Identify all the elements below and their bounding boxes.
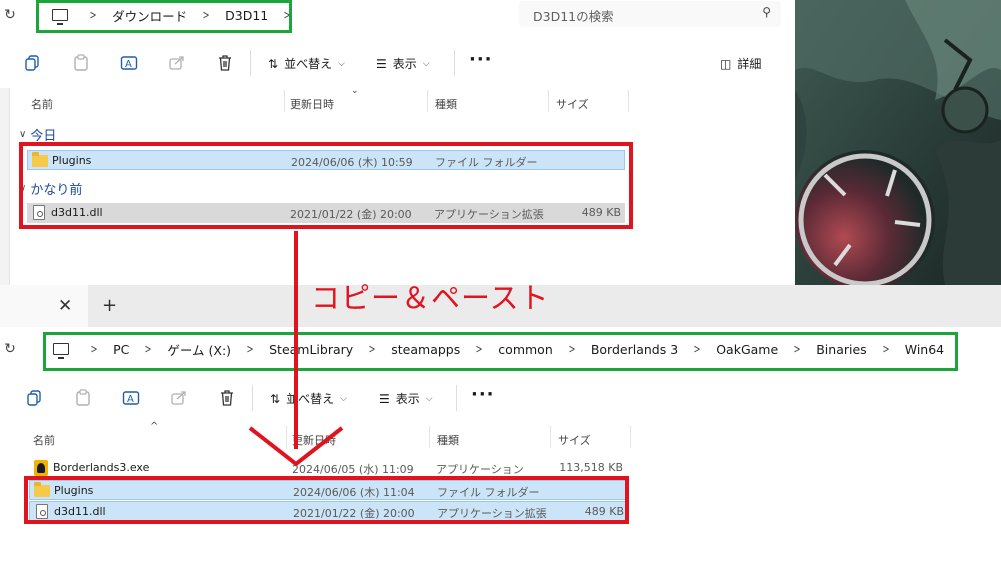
column-divider[interactable] [548,90,549,112]
annotation-arrow-head [248,426,344,467]
file-type: アプリケーション [436,463,524,476]
rename-icon[interactable]: A [118,52,140,74]
column-header-name[interactable]: 名前 [31,96,53,112]
search-placeholder[interactable]: D3D11の検索 [533,6,614,25]
view-icon: ☰ [376,56,387,71]
details-pane-icon: ◫ [720,56,732,71]
refresh-icon[interactable]: ↻ [2,7,18,23]
column-divider[interactable] [628,90,629,112]
highlight-files-red [19,142,633,229]
command-bar: A ⇅ 並べ替え ⌵ ☰ 表示 ⌵ ··· ◫ 詳細 [0,40,795,86]
highlight-address-green [43,332,958,371]
toolbar-divider [252,385,253,411]
file-name: Borderlands3.exe [53,461,150,474]
view-button[interactable]: ☰ 表示 ⌵ [379,390,433,407]
delete-icon[interactable] [216,387,238,409]
chevron-down-icon: ⌵ [422,58,430,69]
view-label: 表示 [392,57,417,71]
sort-button[interactable]: ⇅ 並べ替え ⌵ [270,390,347,407]
column-divider[interactable] [427,90,428,112]
highlight-files-red [24,476,629,524]
close-icon[interactable]: ✕ [58,296,72,316]
navigation-pane-edge [0,88,10,285]
column-divider[interactable] [284,90,285,112]
chevron-down-icon: ⌵ [338,58,345,69]
more-options-icon[interactable]: ··· [469,49,493,70]
paste-icon[interactable] [70,52,92,74]
search-box[interactable]: D3D11の検索 ⚲ [519,1,781,27]
tab-active[interactable]: ✕ [0,285,88,327]
sort-icon: ⇅ [268,56,279,71]
details-label: 詳細 [737,57,762,71]
column-header-size[interactable]: サイズ [556,96,589,112]
search-icon[interactable]: ⚲ [762,5,771,19]
top-explorer-window: ↻ > ダウンロード > D3D11 > D3D11の検索 ⚲ A ⇅ 並べ替え… [0,0,795,285]
sort-indicator-icon: ^ [150,421,159,432]
refresh-icon[interactable]: ↻ [2,341,18,357]
view-icon: ☰ [379,391,390,406]
details-pane-button[interactable]: ◫ 詳細 [720,55,761,72]
highlight-address-green [36,0,292,33]
sort-icon: ⇅ [270,391,281,406]
chevron-down-icon: ⌵ [425,393,433,404]
sort-button[interactable]: ⇅ 並べ替え ⌵ [268,55,345,72]
toolbar-divider [456,385,457,411]
chevron-down-icon: ⌵ [340,393,347,404]
svg-text:A: A [127,394,134,405]
share-icon[interactable] [168,387,190,409]
annotation-arrow-line [294,231,298,449]
annotation-copy-paste: コピー＆ペースト [311,281,550,315]
more-options-icon[interactable]: ··· [471,384,495,405]
background-game-art [795,0,1001,285]
sort-indicator-icon: ⌄ [351,86,359,96]
column-divider[interactable] [550,426,551,448]
column-header-type[interactable]: 種類 [435,96,457,112]
column-divider[interactable] [429,426,430,448]
copy-icon[interactable] [22,52,44,74]
share-icon[interactable] [166,52,188,74]
toolbar-divider [454,50,455,76]
svg-text:A: A [125,59,132,70]
exe-icon [34,460,48,476]
delete-icon[interactable] [214,52,236,74]
sort-label: 並べ替え [284,57,333,71]
rename-icon[interactable]: A [120,387,142,409]
command-bar: A ⇅ 並べ替え ⌵ ☰ 表示 ⌵ ··· [0,375,1001,421]
new-tab-icon[interactable]: + [102,295,117,316]
paste-icon[interactable] [72,387,94,409]
column-divider[interactable] [630,426,631,448]
toolbar-divider [250,50,251,76]
file-size: 113,518 KB [559,461,623,474]
column-header-modified[interactable]: 更新日時 [290,96,334,112]
chevron-down-icon: ∨ [19,129,27,140]
bottom-explorer-window: ✕ + ↻ > PC > ゲーム (X:) > SteamLibrary > s… [0,285,1001,564]
copy-icon[interactable] [24,387,46,409]
column-header-type[interactable]: 種類 [437,432,459,448]
column-header-size[interactable]: サイズ [558,432,591,448]
column-header-name[interactable]: 名前 [33,432,55,448]
view-label: 表示 [395,392,420,406]
view-button[interactable]: ☰ 表示 ⌵ [376,55,430,72]
